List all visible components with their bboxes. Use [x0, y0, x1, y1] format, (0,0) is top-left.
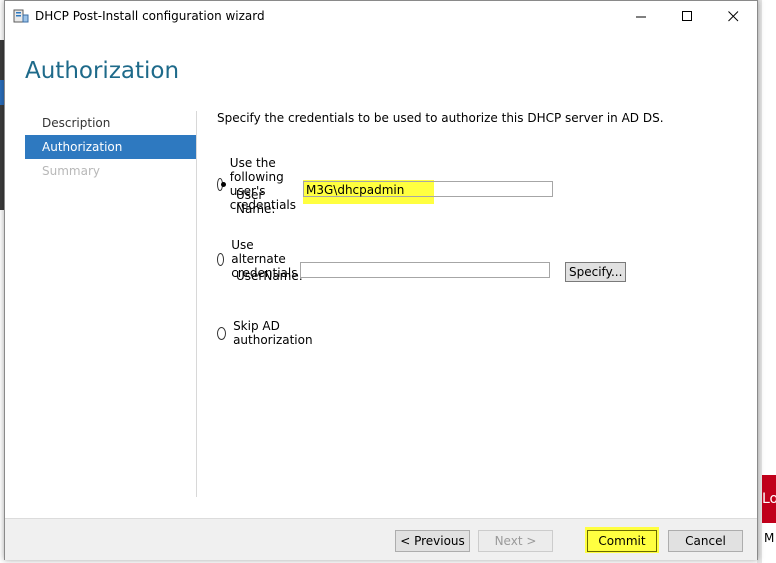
background-text: M	[764, 531, 775, 545]
option-skip-authorization[interactable]: Skip AD authorization	[217, 319, 317, 347]
username-label: User Name:	[236, 188, 276, 216]
minimize-button[interactable]	[618, 1, 664, 32]
close-button[interactable]	[710, 1, 756, 32]
radio-skip-authorization[interactable]	[217, 326, 227, 340]
nav-divider	[196, 111, 197, 497]
window-title: DHCP Post-Install configuration wizard	[35, 9, 265, 23]
alternate-username-field[interactable]	[300, 262, 550, 278]
alternate-username-label: UserName:	[236, 269, 303, 283]
background-red-banner: Lo	[762, 475, 776, 523]
maximize-button[interactable]	[664, 1, 710, 32]
wizard-window: DHCP Post-Install configuration wizard A…	[4, 0, 758, 560]
option-skip-authorization-label: Skip AD authorization	[233, 319, 313, 347]
description-text: Specify the credentials to be used to au…	[217, 111, 664, 125]
username-field[interactable]: M3G\dhcpadmin	[303, 181, 553, 197]
cancel-button[interactable]: Cancel	[668, 530, 743, 552]
radio-alternate-credentials[interactable]	[217, 252, 225, 266]
specify-button[interactable]: Specify...	[565, 262, 627, 282]
username-value: M3G\dhcpadmin	[306, 183, 405, 197]
wizard-nav: Description Authorization Summary	[25, 111, 197, 183]
minimize-icon	[635, 16, 646, 18]
nav-item-summary: Summary	[42, 164, 100, 178]
previous-button[interactable]: < Previous	[395, 530, 470, 552]
dhcp-server-icon	[13, 9, 29, 23]
nav-item-description[interactable]: Description	[25, 111, 197, 135]
nav-item-authorization[interactable]: Authorization	[25, 135, 197, 159]
commit-button[interactable]: Commit	[587, 530, 657, 552]
close-icon	[727, 11, 738, 22]
page-title: Authorization	[25, 58, 180, 84]
title-bar[interactable]: DHCP Post-Install configuration wizard	[5, 1, 757, 32]
next-button: Next >	[478, 530, 553, 552]
maximize-icon	[681, 11, 692, 21]
radio-user-credentials[interactable]	[217, 177, 226, 191]
wizard-footer: < Previous Next > Commit Cancel	[5, 518, 757, 560]
